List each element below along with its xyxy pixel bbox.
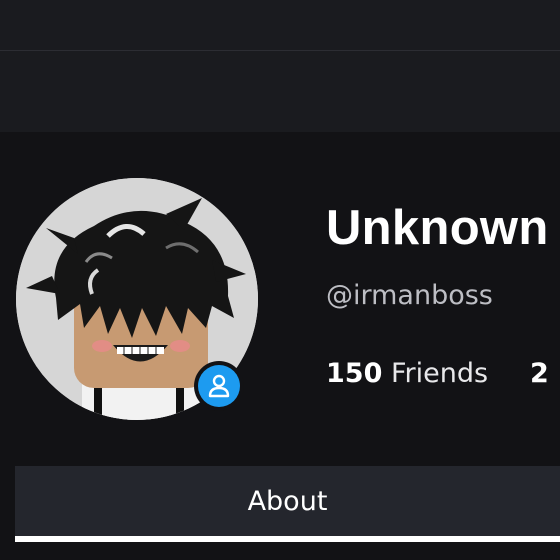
tab-about[interactable]: About	[15, 466, 560, 536]
display-name: Unknown	[326, 201, 549, 255]
profile-page: Unknown @irmanboss 150 Friends 2 F About	[0, 0, 560, 560]
top-navigation-bar	[0, 0, 560, 50]
second-stat[interactable]: 2 F	[530, 358, 560, 389]
friends-count-label: Friends	[390, 358, 489, 389]
username: @irmanboss	[326, 280, 493, 311]
tab-active-indicator	[15, 536, 560, 542]
secondary-bar	[0, 51, 560, 132]
second-stat-value: 2	[530, 358, 549, 389]
friends-count-value: 150	[326, 358, 383, 389]
presence-badge	[194, 361, 244, 411]
friends-count[interactable]: 150 Friends	[326, 358, 488, 389]
user-icon	[198, 365, 240, 407]
